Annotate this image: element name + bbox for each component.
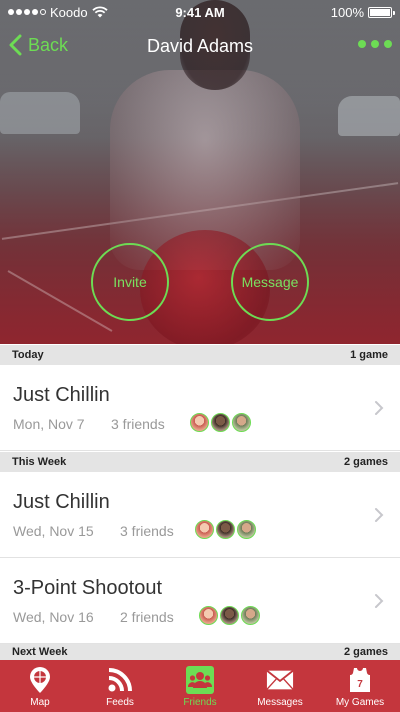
battery-icon: [368, 6, 395, 18]
battery-percentage: 100%: [330, 4, 364, 20]
background-car: [0, 92, 80, 134]
chevron-right-icon: [375, 401, 384, 415]
game-friends-count: 3 friends: [120, 523, 174, 539]
section-count: 2 games: [343, 646, 388, 658]
game-row[interactable]: 3-Point Shootout Wed, Nov 16 2 friends: [0, 558, 400, 644]
section-count: 1 game: [350, 349, 388, 361]
game-title: Just Chillin: [13, 491, 110, 513]
invite-button-label: Invite: [113, 274, 147, 290]
avatar: [195, 520, 214, 539]
friends-avatars: [195, 520, 256, 539]
signal-strength-icon: [8, 9, 46, 15]
game-title: 3-Point Shootout: [13, 577, 162, 599]
avatar: [216, 520, 235, 539]
invite-button[interactable]: Invite: [91, 243, 169, 321]
avatar: [199, 606, 218, 625]
background-car: [338, 96, 400, 136]
game-date: Mon, Nov 7: [13, 416, 85, 432]
game-row[interactable]: Just Chillin Wed, Nov 15 3 friends: [0, 472, 400, 558]
section-label: Next Week: [12, 646, 68, 658]
svg-text:7: 7: [357, 679, 363, 690]
tab-label: Feeds: [106, 697, 134, 708]
game-row[interactable]: Just Chillin Mon, Nov 7 3 friends: [0, 365, 400, 451]
envelope-icon: [266, 669, 294, 690]
section-header-this-week: This Week 2 games: [0, 452, 400, 472]
friends-avatars: [190, 413, 251, 432]
friends-avatars: [199, 606, 260, 625]
section-count: 2 games: [343, 456, 388, 468]
game-friends-count: 3 friends: [111, 416, 165, 432]
game-title: Just Chillin: [13, 384, 110, 406]
avatar: [237, 520, 256, 539]
tab-friends[interactable]: Friends: [160, 660, 240, 712]
chevron-left-icon: [9, 34, 22, 56]
friends-group-icon: [188, 672, 212, 688]
tab-label: Messages: [257, 697, 303, 708]
tab-label: Map: [30, 697, 50, 708]
tab-map[interactable]: Map: [0, 660, 80, 712]
chevron-right-icon: [375, 594, 384, 608]
jersey-icon: 7: [350, 668, 370, 692]
status-time: 9:41 AM: [175, 4, 225, 20]
navigation-bar: Back David Adams: [0, 26, 400, 66]
more-dot-icon: [358, 40, 366, 48]
game-date: Wed, Nov 16: [13, 609, 94, 625]
back-button[interactable]: Back: [8, 34, 68, 56]
section-label: This Week: [12, 456, 67, 468]
section-label: Today: [12, 349, 44, 361]
tab-label: Friends: [183, 697, 217, 708]
message-button[interactable]: Message: [231, 243, 309, 321]
avatar: [241, 606, 260, 625]
rss-feed-icon: [108, 668, 132, 692]
more-options-button[interactable]: [358, 40, 392, 48]
basketball-pin-icon: [30, 667, 50, 693]
tab-label: My Games: [335, 697, 385, 708]
more-dot-icon: [371, 40, 379, 48]
avatar: [211, 413, 230, 432]
avatar: [220, 606, 239, 625]
carrier-name: Koodo: [50, 4, 88, 20]
tab-bar: Map Feeds Friends Messages 7 My Games: [0, 660, 400, 712]
section-header-next-week: Next Week 2 games: [0, 644, 400, 660]
avatar: [232, 413, 251, 432]
tab-feeds[interactable]: Feeds: [80, 660, 160, 712]
wifi-icon: [91, 6, 108, 18]
status-bar: Koodo 9:41 AM 100%: [0, 0, 400, 24]
game-friends-count: 2 friends: [120, 609, 174, 625]
tab-my-games[interactable]: 7 My Games: [320, 660, 400, 712]
avatar: [190, 413, 209, 432]
message-button-label: Message: [241, 274, 299, 290]
chevron-right-icon: [375, 508, 384, 522]
game-date: Wed, Nov 15: [13, 523, 94, 539]
section-header-today: Today 1 game: [0, 345, 400, 365]
back-button-label: Back: [28, 34, 69, 55]
tab-messages[interactable]: Messages: [240, 660, 320, 712]
more-dot-icon: [384, 40, 392, 48]
